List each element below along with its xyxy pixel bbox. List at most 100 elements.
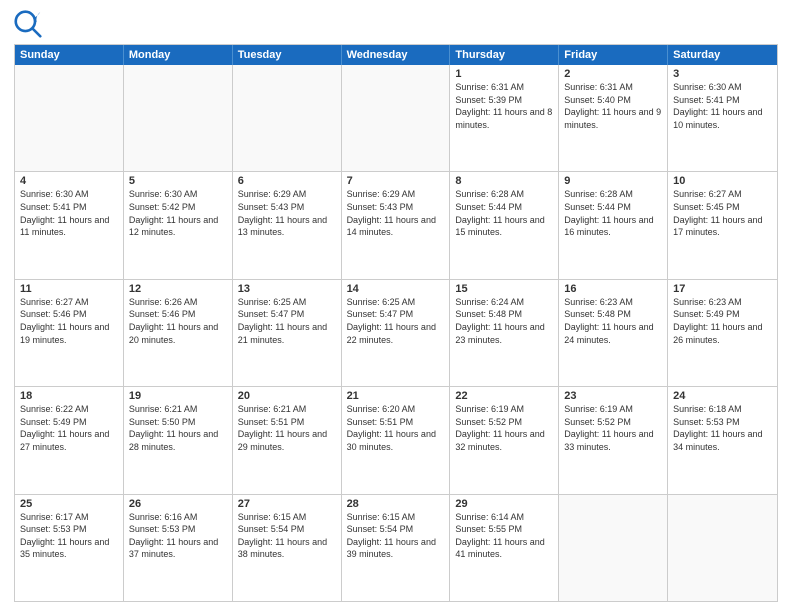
day-info: Sunrise: 6:30 AMSunset: 5:41 PMDaylight:…: [673, 81, 772, 131]
empty-cell: [668, 495, 777, 601]
day-number: 11: [20, 283, 118, 295]
day-info: Sunrise: 6:23 AMSunset: 5:49 PMDaylight:…: [673, 296, 772, 346]
weekday-header-sunday: Sunday: [15, 45, 124, 65]
day-cell-6: 6Sunrise: 6:29 AMSunset: 5:43 PMDaylight…: [233, 172, 342, 278]
day-number: 25: [20, 498, 118, 510]
empty-cell: [559, 495, 668, 601]
day-number: 18: [20, 390, 118, 402]
day-info: Sunrise: 6:30 AMSunset: 5:41 PMDaylight:…: [20, 188, 118, 238]
day-info: Sunrise: 6:29 AMSunset: 5:43 PMDaylight:…: [347, 188, 445, 238]
day-info: Sunrise: 6:19 AMSunset: 5:52 PMDaylight:…: [564, 403, 662, 453]
day-cell-12: 12Sunrise: 6:26 AMSunset: 5:46 PMDayligh…: [124, 280, 233, 386]
day-info: Sunrise: 6:22 AMSunset: 5:49 PMDaylight:…: [20, 403, 118, 453]
day-info: Sunrise: 6:30 AMSunset: 5:42 PMDaylight:…: [129, 188, 227, 238]
day-cell-3: 3Sunrise: 6:30 AMSunset: 5:41 PMDaylight…: [668, 65, 777, 171]
day-info: Sunrise: 6:27 AMSunset: 5:45 PMDaylight:…: [673, 188, 772, 238]
day-info: Sunrise: 6:26 AMSunset: 5:46 PMDaylight:…: [129, 296, 227, 346]
day-cell-23: 23Sunrise: 6:19 AMSunset: 5:52 PMDayligh…: [559, 387, 668, 493]
day-cell-14: 14Sunrise: 6:25 AMSunset: 5:47 PMDayligh…: [342, 280, 451, 386]
day-number: 2: [564, 68, 662, 80]
calendar-row-1: 4Sunrise: 6:30 AMSunset: 5:41 PMDaylight…: [15, 172, 777, 279]
day-number: 26: [129, 498, 227, 510]
day-number: 8: [455, 175, 553, 187]
header: [14, 10, 778, 38]
day-number: 28: [347, 498, 445, 510]
day-number: 14: [347, 283, 445, 295]
day-number: 20: [238, 390, 336, 402]
weekday-header-tuesday: Tuesday: [233, 45, 342, 65]
day-cell-10: 10Sunrise: 6:27 AMSunset: 5:45 PMDayligh…: [668, 172, 777, 278]
day-cell-4: 4Sunrise: 6:30 AMSunset: 5:41 PMDaylight…: [15, 172, 124, 278]
day-cell-21: 21Sunrise: 6:20 AMSunset: 5:51 PMDayligh…: [342, 387, 451, 493]
day-cell-20: 20Sunrise: 6:21 AMSunset: 5:51 PMDayligh…: [233, 387, 342, 493]
day-number: 29: [455, 498, 553, 510]
day-info: Sunrise: 6:16 AMSunset: 5:53 PMDaylight:…: [129, 511, 227, 561]
empty-cell: [233, 65, 342, 171]
day-cell-24: 24Sunrise: 6:18 AMSunset: 5:53 PMDayligh…: [668, 387, 777, 493]
day-cell-18: 18Sunrise: 6:22 AMSunset: 5:49 PMDayligh…: [15, 387, 124, 493]
day-info: Sunrise: 6:28 AMSunset: 5:44 PMDaylight:…: [564, 188, 662, 238]
day-info: Sunrise: 6:14 AMSunset: 5:55 PMDaylight:…: [455, 511, 553, 561]
day-info: Sunrise: 6:27 AMSunset: 5:46 PMDaylight:…: [20, 296, 118, 346]
day-cell-15: 15Sunrise: 6:24 AMSunset: 5:48 PMDayligh…: [450, 280, 559, 386]
day-cell-2: 2Sunrise: 6:31 AMSunset: 5:40 PMDaylight…: [559, 65, 668, 171]
day-info: Sunrise: 6:31 AMSunset: 5:40 PMDaylight:…: [564, 81, 662, 131]
day-cell-5: 5Sunrise: 6:30 AMSunset: 5:42 PMDaylight…: [124, 172, 233, 278]
day-number: 12: [129, 283, 227, 295]
day-info: Sunrise: 6:15 AMSunset: 5:54 PMDaylight:…: [347, 511, 445, 561]
day-cell-11: 11Sunrise: 6:27 AMSunset: 5:46 PMDayligh…: [15, 280, 124, 386]
day-cell-26: 26Sunrise: 6:16 AMSunset: 5:53 PMDayligh…: [124, 495, 233, 601]
day-cell-9: 9Sunrise: 6:28 AMSunset: 5:44 PMDaylight…: [559, 172, 668, 278]
day-number: 17: [673, 283, 772, 295]
day-number: 3: [673, 68, 772, 80]
day-number: 9: [564, 175, 662, 187]
day-number: 15: [455, 283, 553, 295]
logo-icon: [14, 10, 42, 38]
calendar-body: 1Sunrise: 6:31 AMSunset: 5:39 PMDaylight…: [15, 65, 777, 601]
day-cell-22: 22Sunrise: 6:19 AMSunset: 5:52 PMDayligh…: [450, 387, 559, 493]
weekday-header-friday: Friday: [559, 45, 668, 65]
day-cell-17: 17Sunrise: 6:23 AMSunset: 5:49 PMDayligh…: [668, 280, 777, 386]
day-cell-16: 16Sunrise: 6:23 AMSunset: 5:48 PMDayligh…: [559, 280, 668, 386]
day-cell-27: 27Sunrise: 6:15 AMSunset: 5:54 PMDayligh…: [233, 495, 342, 601]
day-number: 22: [455, 390, 553, 402]
weekday-header-monday: Monday: [124, 45, 233, 65]
day-number: 19: [129, 390, 227, 402]
day-cell-25: 25Sunrise: 6:17 AMSunset: 5:53 PMDayligh…: [15, 495, 124, 601]
day-info: Sunrise: 6:15 AMSunset: 5:54 PMDaylight:…: [238, 511, 336, 561]
day-info: Sunrise: 6:17 AMSunset: 5:53 PMDaylight:…: [20, 511, 118, 561]
calendar: SundayMondayTuesdayWednesdayThursdayFrid…: [14, 44, 778, 602]
day-cell-28: 28Sunrise: 6:15 AMSunset: 5:54 PMDayligh…: [342, 495, 451, 601]
calendar-row-0: 1Sunrise: 6:31 AMSunset: 5:39 PMDaylight…: [15, 65, 777, 172]
day-number: 21: [347, 390, 445, 402]
day-cell-1: 1Sunrise: 6:31 AMSunset: 5:39 PMDaylight…: [450, 65, 559, 171]
day-number: 13: [238, 283, 336, 295]
calendar-row-2: 11Sunrise: 6:27 AMSunset: 5:46 PMDayligh…: [15, 280, 777, 387]
day-number: 27: [238, 498, 336, 510]
day-info: Sunrise: 6:19 AMSunset: 5:52 PMDaylight:…: [455, 403, 553, 453]
day-info: Sunrise: 6:28 AMSunset: 5:44 PMDaylight:…: [455, 188, 553, 238]
day-cell-13: 13Sunrise: 6:25 AMSunset: 5:47 PMDayligh…: [233, 280, 342, 386]
calendar-row-4: 25Sunrise: 6:17 AMSunset: 5:53 PMDayligh…: [15, 495, 777, 601]
day-info: Sunrise: 6:20 AMSunset: 5:51 PMDaylight:…: [347, 403, 445, 453]
weekday-header-wednesday: Wednesday: [342, 45, 451, 65]
day-number: 7: [347, 175, 445, 187]
day-info: Sunrise: 6:18 AMSunset: 5:53 PMDaylight:…: [673, 403, 772, 453]
day-info: Sunrise: 6:23 AMSunset: 5:48 PMDaylight:…: [564, 296, 662, 346]
day-cell-7: 7Sunrise: 6:29 AMSunset: 5:43 PMDaylight…: [342, 172, 451, 278]
empty-cell: [124, 65, 233, 171]
day-number: 6: [238, 175, 336, 187]
day-info: Sunrise: 6:25 AMSunset: 5:47 PMDaylight:…: [347, 296, 445, 346]
day-info: Sunrise: 6:21 AMSunset: 5:51 PMDaylight:…: [238, 403, 336, 453]
day-cell-19: 19Sunrise: 6:21 AMSunset: 5:50 PMDayligh…: [124, 387, 233, 493]
calendar-row-3: 18Sunrise: 6:22 AMSunset: 5:49 PMDayligh…: [15, 387, 777, 494]
day-number: 16: [564, 283, 662, 295]
day-cell-29: 29Sunrise: 6:14 AMSunset: 5:55 PMDayligh…: [450, 495, 559, 601]
day-number: 5: [129, 175, 227, 187]
day-info: Sunrise: 6:24 AMSunset: 5:48 PMDaylight:…: [455, 296, 553, 346]
day-info: Sunrise: 6:31 AMSunset: 5:39 PMDaylight:…: [455, 81, 553, 131]
day-number: 4: [20, 175, 118, 187]
page: SundayMondayTuesdayWednesdayThursdayFrid…: [0, 0, 792, 612]
weekday-header-saturday: Saturday: [668, 45, 777, 65]
day-info: Sunrise: 6:25 AMSunset: 5:47 PMDaylight:…: [238, 296, 336, 346]
